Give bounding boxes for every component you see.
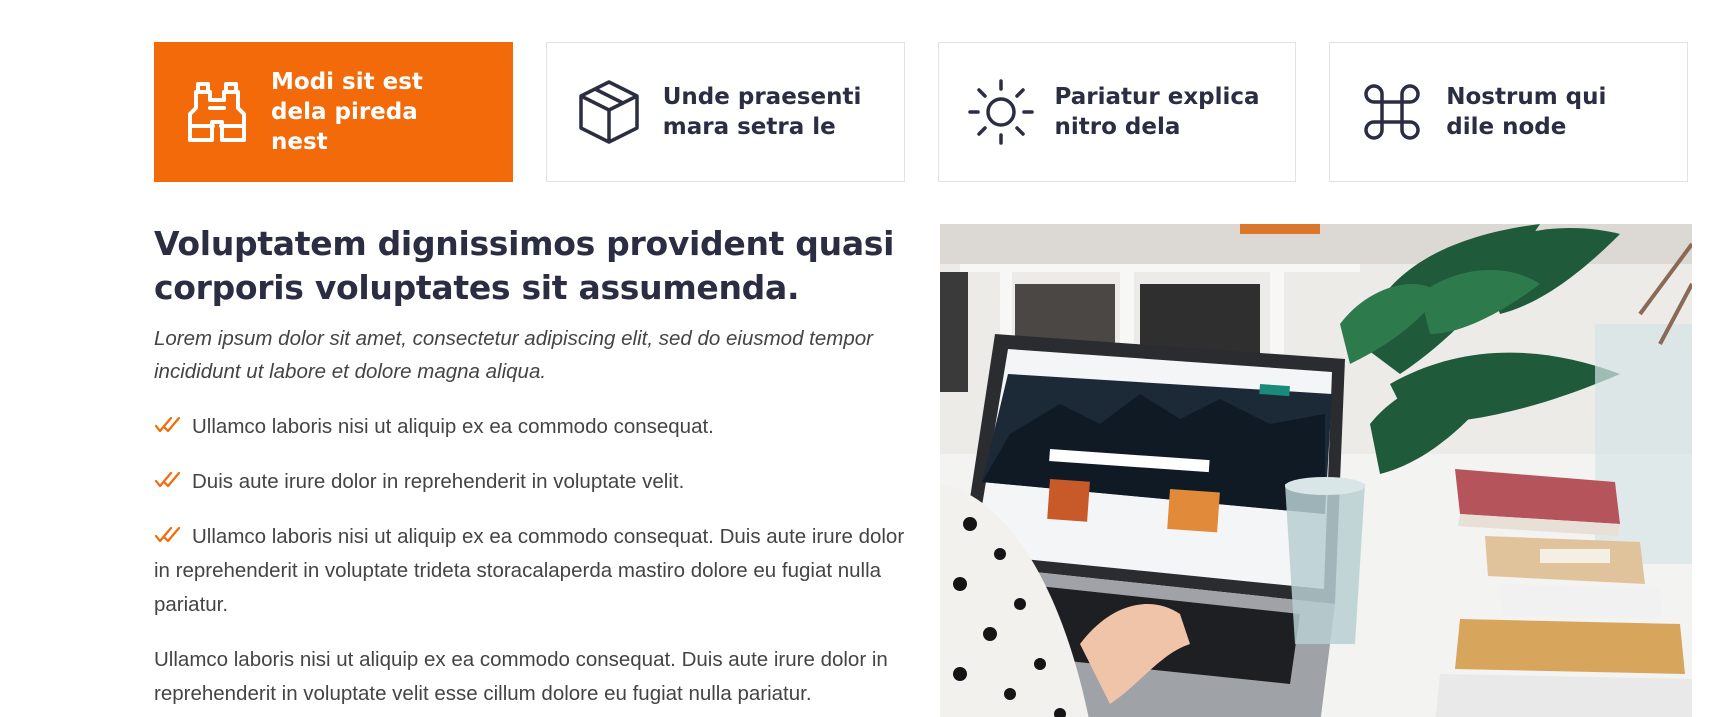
tab-4[interactable]: Nostrum qui dile node [1329, 42, 1688, 182]
list-item-text: Ullamco laboris nisi ut aliquip ex ea co… [192, 415, 714, 438]
tab-1-label: Modi sit est dela pireda nest [271, 69, 423, 155]
double-check-icon [154, 471, 181, 488]
feature-tabs: Modi sit est dela pireda nest Unde praes… [154, 42, 1688, 182]
tab-2-label: Unde praesenti mara setra le [662, 84, 862, 140]
binoculars-icon [183, 78, 251, 146]
list-item: Ullamco laboris nisi ut aliquip ex ea co… [154, 410, 906, 444]
content-heading: Voluptatem dignissimos provident quasi c… [154, 224, 895, 307]
bullet-list: Ullamco laboris nisi ut aliquip ex ea co… [154, 410, 906, 622]
double-check-icon [154, 526, 181, 543]
double-check-icon [154, 416, 181, 433]
list-item-text: Ullamco laboris nisi ut aliquip ex ea co… [154, 525, 905, 616]
tab-1[interactable]: Modi sit est dela pireda nest [154, 42, 513, 182]
content-paragraph: Ullamco laboris nisi ut aliquip ex ea co… [154, 648, 888, 705]
command-icon [1358, 78, 1426, 146]
tab-content: Voluptatem dignissimos provident quasi c… [154, 222, 906, 711]
tab-2[interactable]: Unde praesenti mara setra le [545, 42, 905, 182]
list-item: Ullamco laboris nisi ut aliquip ex ea co… [154, 520, 906, 622]
content-intro: Lorem ipsum dolor sit amet, consectetur … [154, 327, 873, 383]
tab-4-label: Nostrum qui dile node [1446, 84, 1607, 140]
laptop-photo [940, 224, 1692, 717]
sun-icon [967, 78, 1035, 146]
box-icon [575, 78, 643, 146]
list-item: Duis aute irure dolor in reprehenderit i… [154, 465, 906, 499]
photo-illustration [940, 224, 1692, 717]
tab-3[interactable]: Pariatur explica nitro dela [937, 42, 1297, 182]
list-item-text: Duis aute irure dolor in reprehenderit i… [192, 470, 685, 493]
tab-3-label: Pariatur explica nitro dela [1054, 84, 1260, 140]
